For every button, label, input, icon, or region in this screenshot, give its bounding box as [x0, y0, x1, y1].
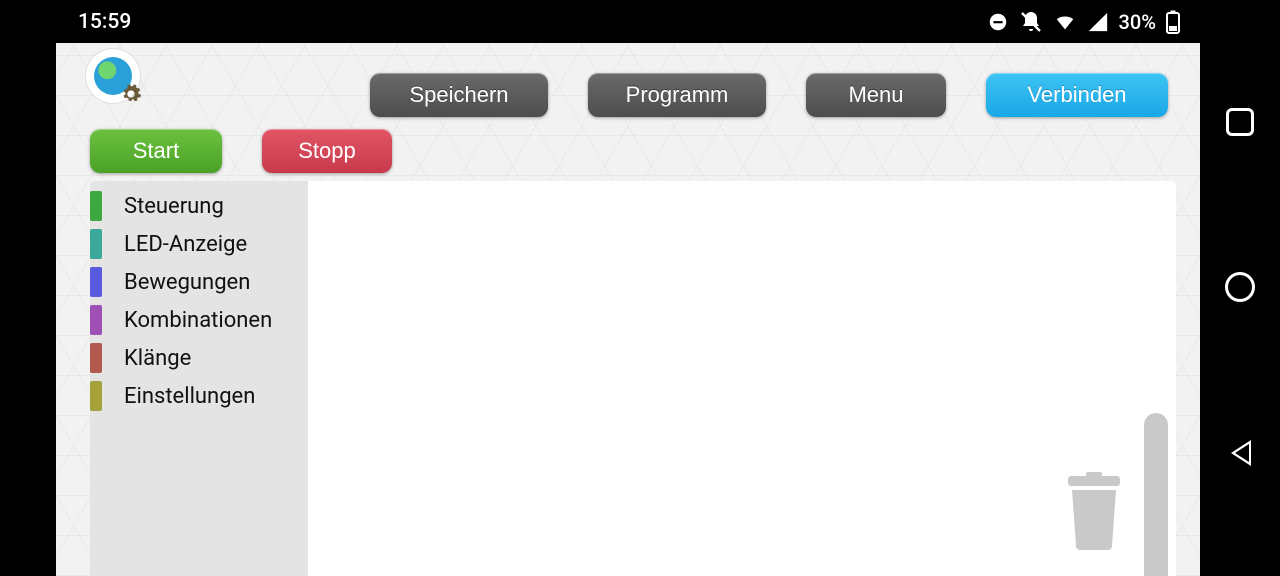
category-label: Einstellungen [124, 384, 255, 409]
dnd-icon [987, 11, 1009, 33]
program-button[interactable]: Programm [588, 73, 766, 117]
android-status-bar: 15:59 30% [0, 0, 1200, 43]
block-canvas[interactable] [308, 181, 1176, 576]
battery-percent: 30% [1119, 10, 1156, 34]
category-label: LED-Anzeige [124, 232, 247, 257]
trash-icon[interactable] [1062, 472, 1126, 554]
category-led-anzeige[interactable]: LED-Anzeige [90, 225, 308, 263]
battery-icon [1166, 10, 1180, 34]
category-swatch [90, 381, 102, 411]
category-label: Steuerung [124, 194, 224, 219]
category-swatch [90, 343, 102, 373]
nav-home-icon[interactable] [1225, 272, 1255, 302]
workspace: Steuerung LED-Anzeige Bewegungen Kombina… [90, 181, 1176, 576]
wifi-icon [1053, 11, 1077, 33]
nav-back-icon[interactable] [1225, 438, 1255, 468]
android-nav-bar [1200, 0, 1280, 576]
category-swatch [90, 305, 102, 335]
category-bewegungen[interactable]: Bewegungen [90, 263, 308, 301]
category-steuerung[interactable]: Steuerung [90, 187, 308, 225]
start-button[interactable]: Start [90, 129, 222, 173]
gear-icon [120, 83, 142, 105]
app-logo[interactable] [86, 49, 140, 103]
save-button[interactable]: Speichern [370, 73, 548, 117]
category-label: Kombinationen [124, 308, 272, 333]
category-label: Klänge [124, 346, 191, 371]
category-swatch [90, 229, 102, 259]
connect-button[interactable]: Verbinden [986, 73, 1168, 117]
category-sidebar: Steuerung LED-Anzeige Bewegungen Kombina… [90, 181, 308, 576]
vertical-scrollbar[interactable] [1144, 413, 1168, 576]
nav-recent-icon[interactable] [1226, 108, 1254, 136]
category-swatch [90, 267, 102, 297]
category-label: Bewegungen [124, 270, 250, 295]
menu-button[interactable]: Menu [806, 73, 946, 117]
stop-button[interactable]: Stopp [262, 129, 392, 173]
category-kombinationen[interactable]: Kombinationen [90, 301, 308, 339]
category-klaenge[interactable]: Klänge [90, 339, 308, 377]
app-surface: Speichern Programm Menu Verbinden Start … [56, 43, 1200, 576]
status-time: 15:59 [28, 10, 131, 34]
category-swatch [90, 191, 102, 221]
mute-icon [1019, 10, 1043, 34]
category-einstellungen[interactable]: Einstellungen [90, 377, 308, 415]
cell-signal-icon [1087, 11, 1109, 33]
